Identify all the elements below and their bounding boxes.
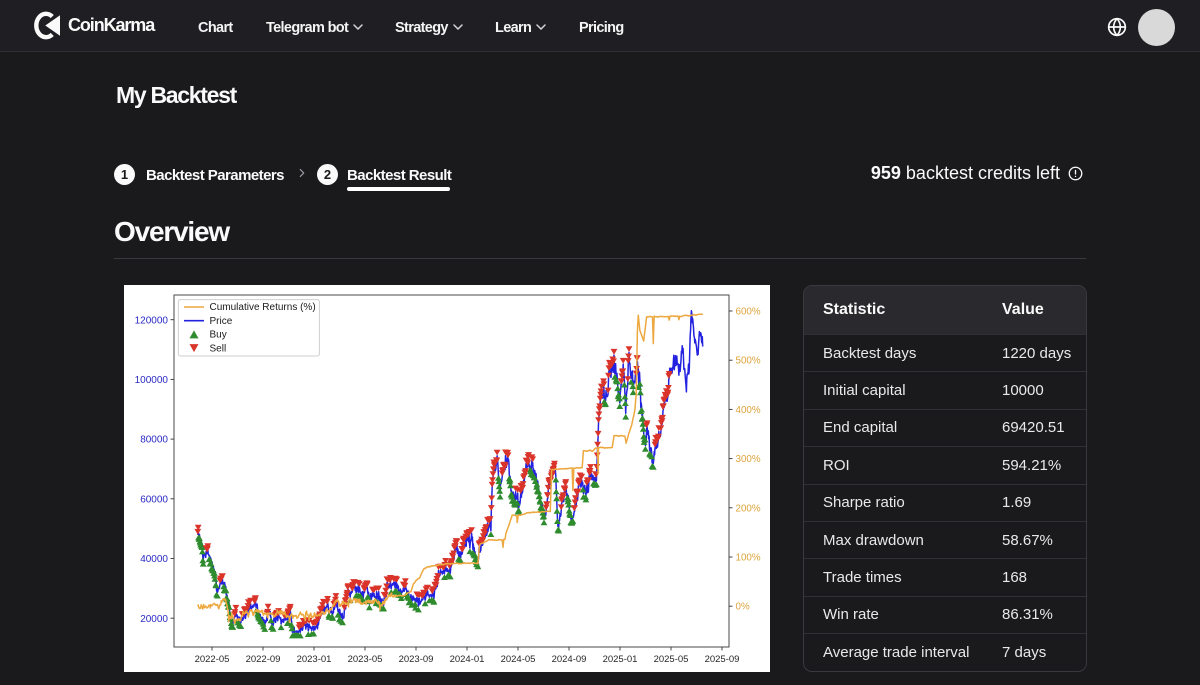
svg-text:2025-05: 2025-05 xyxy=(654,654,689,665)
svg-text:2025-09: 2025-09 xyxy=(705,654,740,665)
svg-text:Sell: Sell xyxy=(210,343,227,354)
svg-text:2023-01: 2023-01 xyxy=(297,654,332,665)
svg-text:Cumulative Returns (%): Cumulative Returns (%) xyxy=(210,302,316,313)
svg-text:40000: 40000 xyxy=(140,554,168,565)
svg-text:2024-09: 2024-09 xyxy=(552,654,587,665)
svg-text:100000: 100000 xyxy=(135,375,169,386)
svg-text:600%: 600% xyxy=(736,307,761,318)
svg-text:Price: Price xyxy=(210,316,233,327)
svg-text:2023-09: 2023-09 xyxy=(399,654,434,665)
svg-text:80000: 80000 xyxy=(140,435,168,446)
svg-text:400%: 400% xyxy=(736,405,761,416)
svg-text:2022-09: 2022-09 xyxy=(246,654,281,665)
svg-text:Buy: Buy xyxy=(210,330,227,341)
svg-text:200%: 200% xyxy=(736,503,761,514)
svg-text:120000: 120000 xyxy=(135,315,169,326)
svg-text:0%: 0% xyxy=(736,602,750,613)
svg-text:300%: 300% xyxy=(736,454,761,465)
svg-text:100%: 100% xyxy=(736,553,761,564)
svg-text:2022-05: 2022-05 xyxy=(195,654,230,665)
svg-text:60000: 60000 xyxy=(140,494,168,505)
svg-text:500%: 500% xyxy=(736,356,761,367)
svg-text:20000: 20000 xyxy=(140,614,168,625)
svg-text:2024-05: 2024-05 xyxy=(501,654,536,665)
svg-text:2023-05: 2023-05 xyxy=(348,654,383,665)
svg-text:2024-01: 2024-01 xyxy=(450,654,485,665)
svg-text:2025-01: 2025-01 xyxy=(603,654,638,665)
